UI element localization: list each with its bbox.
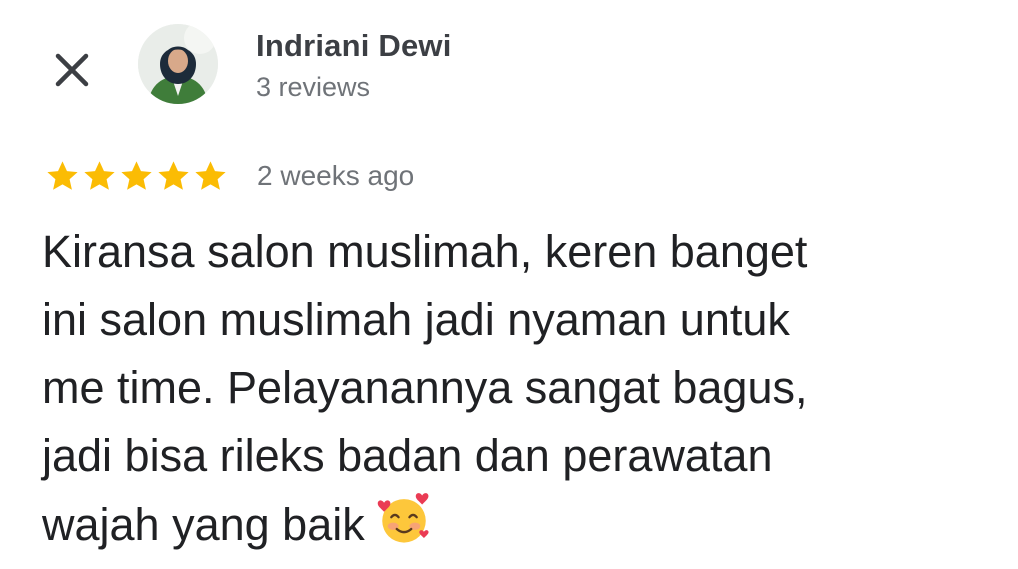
star-icon <box>158 160 189 190</box>
reviewer-name[interactable]: Indriani Dewi <box>256 28 452 64</box>
review-detail-panel: Indriani Dewi 3 reviews 2 weeks ago Kira… <box>0 0 1018 569</box>
review-date: 2 weeks ago <box>257 160 415 191</box>
close-button[interactable] <box>44 42 100 98</box>
review-text-line: ini salon muslimah jadi nyaman untuk <box>42 294 790 345</box>
star-icon <box>84 160 115 190</box>
review-text-line-last: wajah yang baik <box>42 490 992 559</box>
avatar-image <box>138 24 218 104</box>
star-icon <box>195 160 226 190</box>
review-text: Kiransa salon muslimah, keren banget ini… <box>42 218 992 559</box>
rating-row: 2 weeks ago <box>44 156 414 196</box>
review-text-line: wajah yang baik <box>42 499 365 550</box>
review-text-line: me time. Pelayanannya sangat bagus, <box>42 362 808 413</box>
close-icon <box>55 53 89 87</box>
reviewer-review-count: 3 reviews <box>256 72 371 102</box>
review-text-line: Kiransa salon muslimah, keren banget <box>42 226 808 277</box>
review-text-line: jadi bisa rileks badan dan perawatan <box>42 430 773 481</box>
smiling-face-with-hearts-icon <box>377 493 429 543</box>
avatar[interactable] <box>138 24 218 104</box>
star-rating <box>44 158 229 195</box>
star-icon <box>47 160 78 190</box>
star-icon <box>121 160 152 190</box>
